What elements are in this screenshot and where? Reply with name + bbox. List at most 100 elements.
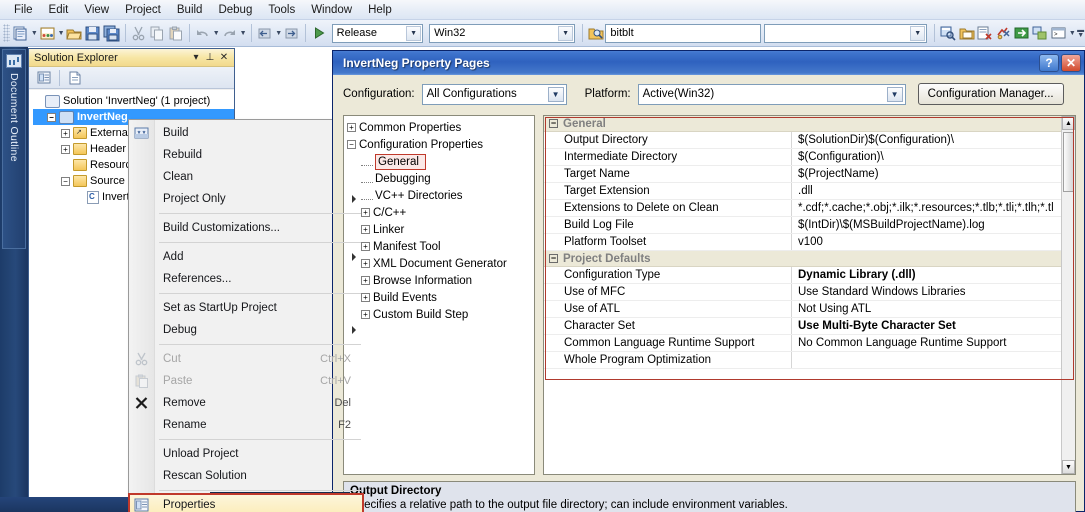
- new-project-dropdown-icon[interactable]: ▼: [30, 22, 38, 44]
- context-menu-item-project-only[interactable]: Project Only: [129, 188, 363, 210]
- property-group-header[interactable]: − Project Defaults: [544, 251, 1061, 267]
- chevron-down-icon[interactable]: ▼: [886, 86, 903, 102]
- context-menu-item-properties[interactable]: Properties: [128, 493, 364, 512]
- navigate-back-icon[interactable]: [256, 22, 274, 44]
- platform-combo[interactable]: Active(Win32) ▼: [637, 83, 906, 105]
- new-item-dropdown-icon[interactable]: ▼: [57, 22, 65, 44]
- property-value[interactable]: $(IntDir)\$(MSBuildProjectName).log: [792, 217, 1061, 233]
- configuration-manager-button[interactable]: Configuration Manager...: [917, 83, 1064, 105]
- property-category-item[interactable]: VC++ Directories: [347, 187, 534, 204]
- save-icon[interactable]: [84, 22, 102, 44]
- command-window-dropdown-icon[interactable]: ▼: [1068, 22, 1076, 44]
- context-menu-item-references[interactable]: References...: [129, 268, 363, 290]
- find-scope-combo[interactable]: ▼: [764, 23, 928, 43]
- solution-tree-item[interactable]: Solution 'InvertNeg' (1 project): [33, 93, 234, 109]
- property-row[interactable]: Build Log File $(IntDir)\$(MSBuildProject…: [544, 217, 1061, 234]
- property-row[interactable]: Extensions to Delete on Clean *.cdf;*.cac…: [544, 200, 1061, 217]
- property-category-item[interactable]: + Browse Information: [347, 272, 534, 289]
- configuration-combo[interactable]: All Configurations ▼: [421, 83, 567, 105]
- property-row[interactable]: Platform Toolset v100: [544, 234, 1061, 251]
- property-value[interactable]: Not Using ATL: [792, 301, 1061, 317]
- scroll-down-arrow-icon[interactable]: ▼: [1062, 460, 1075, 474]
- property-value[interactable]: Use Standard Windows Libraries: [792, 284, 1061, 300]
- help-button[interactable]: ?: [1039, 54, 1059, 72]
- expand-icon[interactable]: +: [61, 128, 70, 138]
- new-project-icon[interactable]: [12, 22, 30, 44]
- dialog-titlebar[interactable]: InvertNeg Property Pages ? ✕: [333, 51, 1084, 75]
- property-grid-scrollbar[interactable]: ▲ ▼: [1061, 116, 1075, 474]
- context-menu-item-rebuild[interactable]: Rebuild: [129, 144, 363, 166]
- property-value[interactable]: No Common Language Runtime Support: [792, 335, 1061, 351]
- menu-item-tools[interactable]: Tools: [260, 2, 303, 18]
- navigate-forward-icon[interactable]: [283, 22, 301, 44]
- menu-item-project[interactable]: Project: [117, 2, 169, 18]
- paste-icon[interactable]: [166, 22, 184, 44]
- find-input[interactable]: bitblt: [605, 23, 762, 43]
- show-all-files-icon[interactable]: [64, 67, 86, 89]
- context-menu-item-remove[interactable]: Remove Del: [129, 392, 363, 414]
- solution-explorer-icon[interactable]: [939, 22, 957, 44]
- properties-window-icon[interactable]: [957, 22, 975, 44]
- context-menu-item-rename[interactable]: Rename F2: [129, 414, 363, 436]
- output-window-icon[interactable]: [1031, 22, 1049, 44]
- property-row[interactable]: Output Directory $(SolutionDir)$(Configur…: [544, 132, 1061, 149]
- property-row[interactable]: Target Name $(ProjectName): [544, 166, 1061, 183]
- collapse-icon[interactable]: −: [549, 254, 558, 263]
- context-menu-item-build-customizations[interactable]: Build Customizations...: [129, 217, 363, 239]
- property-category-item[interactable]: + Manifest Tool: [347, 238, 534, 255]
- collapse-icon[interactable]: −: [549, 119, 558, 128]
- save-all-icon[interactable]: [102, 22, 120, 44]
- property-category-item[interactable]: General: [347, 153, 534, 170]
- property-category-item[interactable]: + Custom Build Step: [347, 306, 534, 323]
- undo-dropdown-icon[interactable]: ▼: [212, 22, 220, 44]
- open-file-icon[interactable]: [65, 22, 83, 44]
- property-row[interactable]: Configuration Type Dynamic Library (.dll): [544, 267, 1061, 284]
- chevron-down-icon[interactable]: ▼: [406, 25, 422, 41]
- chevron-down-icon[interactable]: ▼: [910, 25, 926, 41]
- error-list-icon[interactable]: [1013, 22, 1031, 44]
- solution-platform-combo[interactable]: Win32 ▼: [429, 23, 576, 43]
- property-category-item[interactable]: Debugging: [347, 170, 534, 187]
- command-window-icon[interactable]: >: [1050, 22, 1068, 44]
- menu-item-debug[interactable]: Debug: [210, 2, 260, 18]
- copy-icon[interactable]: [148, 22, 166, 44]
- property-value[interactable]: Use Multi-Byte Character Set: [792, 318, 1061, 334]
- menu-item-file[interactable]: File: [6, 2, 41, 18]
- property-category-item[interactable]: − Configuration Properties: [347, 136, 534, 153]
- solution-config-combo[interactable]: Release ▼: [331, 23, 424, 43]
- redo-dropdown-icon[interactable]: ▼: [239, 22, 247, 44]
- property-category-item[interactable]: + C/C++: [347, 204, 534, 221]
- context-menu-item-rescan-solution[interactable]: Rescan Solution: [129, 465, 363, 487]
- find-in-files-icon[interactable]: [587, 22, 605, 44]
- menu-item-view[interactable]: View: [76, 2, 117, 18]
- properties-icon[interactable]: [33, 67, 55, 89]
- property-row[interactable]: Character Set Use Multi-Byte Character Se…: [544, 318, 1061, 335]
- context-menu-item-set-as-startup-project[interactable]: Set as StartUp Project: [129, 297, 363, 319]
- redo-icon[interactable]: [220, 22, 238, 44]
- cut-icon[interactable]: [129, 22, 147, 44]
- property-category-item[interactable]: + Common Properties: [347, 119, 534, 136]
- scrollbar-thumb[interactable]: [1063, 132, 1074, 192]
- property-row[interactable]: Whole Program Optimization: [544, 352, 1061, 369]
- property-category-item[interactable]: + Build Events: [347, 289, 534, 306]
- collapse-icon[interactable]: −: [47, 112, 56, 122]
- property-value[interactable]: v100: [792, 234, 1061, 250]
- expand-icon[interactable]: +: [61, 144, 70, 154]
- object-browser-icon[interactable]: [994, 22, 1012, 44]
- undo-icon[interactable]: [194, 22, 212, 44]
- start-debug-icon[interactable]: [310, 22, 328, 44]
- chevron-down-icon[interactable]: ▼: [547, 86, 564, 102]
- property-value[interactable]: *.cdf;*.cache;*.obj;*.ilk;*.resources;*.…: [792, 200, 1061, 216]
- property-category-item[interactable]: + Linker: [347, 221, 534, 238]
- context-menu-item-unload-project[interactable]: Unload Project: [129, 443, 363, 465]
- context-menu-item-debug[interactable]: Debug: [129, 319, 363, 341]
- pin-icon[interactable]: ⊥: [203, 52, 217, 63]
- toolbox-icon[interactable]: [976, 22, 994, 44]
- chevron-down-icon[interactable]: ▼: [558, 25, 574, 41]
- navigate-back-dropdown-icon[interactable]: ▼: [275, 22, 283, 44]
- context-menu-item-build[interactable]: Build: [129, 122, 363, 144]
- menu-item-edit[interactable]: Edit: [41, 2, 77, 18]
- property-value[interactable]: $(SolutionDir)$(Configuration)\: [792, 132, 1061, 148]
- menu-item-window[interactable]: Window: [303, 2, 360, 18]
- new-item-icon[interactable]: [39, 22, 57, 44]
